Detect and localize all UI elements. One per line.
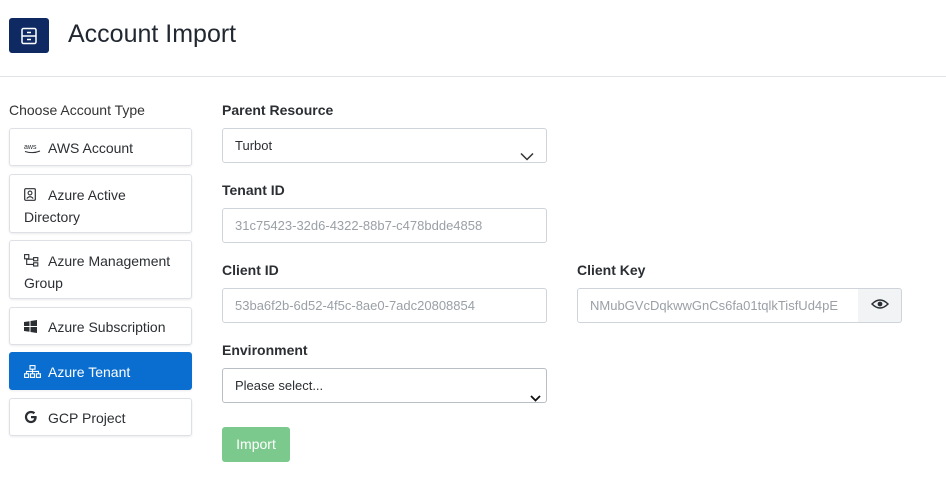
account-type-label-gcp: GCP Project bbox=[48, 410, 126, 426]
parent-resource-label: Parent Resource bbox=[222, 102, 334, 118]
google-icon bbox=[24, 400, 42, 438]
toggle-visibility-button[interactable] bbox=[858, 288, 902, 323]
client-key-label: Client Key bbox=[577, 262, 646, 278]
account-type-label: Choose Account Type bbox=[9, 102, 145, 118]
chevron-down-icon bbox=[520, 140, 534, 162]
environment-select[interactable]: Please select... bbox=[222, 368, 547, 403]
account-type-azure-ad-button[interactable]: Azure Active Directory bbox=[9, 174, 192, 233]
client-key-input[interactable]: NMubGVcDqkwwGnCs6fa01tqlkTisfUd4pE bbox=[577, 288, 859, 323]
import-button[interactable]: Import bbox=[222, 427, 290, 462]
account-type-aws-button[interactable]: aws AWS Account bbox=[9, 128, 192, 166]
archive-icon bbox=[9, 18, 49, 53]
client-key-placeholder: NMubGVcDqkwwGnCs6fa01tqlkTisfUd4pE bbox=[590, 298, 839, 313]
client-id-placeholder: 53ba6f2b-6d52-4f5c-8ae0-7adc20808854 bbox=[235, 298, 475, 313]
page-header: Account Import bbox=[0, 0, 946, 77]
account-type-azure-tenant-button[interactable]: Azure Tenant bbox=[9, 352, 192, 390]
user-badge-icon bbox=[24, 186, 42, 207]
parent-resource-select[interactable]: Turbot bbox=[222, 128, 547, 163]
client-id-label: Client ID bbox=[222, 262, 279, 278]
tenant-id-placeholder: 31c75423-32d6-4322-88b7-c478bdde4858 bbox=[235, 218, 483, 233]
account-type-label-azure-tenant: Azure Tenant bbox=[48, 364, 131, 380]
tenant-id-label: Tenant ID bbox=[222, 182, 285, 198]
environment-value: Please select... bbox=[235, 378, 324, 393]
chevron-down-icon bbox=[530, 381, 541, 402]
account-type-azure-subscription-button[interactable]: Azure Subscription bbox=[9, 307, 192, 345]
account-type-label-azure-subscription: Azure Subscription bbox=[48, 319, 166, 335]
windows-icon bbox=[24, 309, 42, 347]
tenant-id-input[interactable]: 31c75423-32d6-4322-88b7-c478bdde4858 bbox=[222, 208, 547, 243]
account-type-gcp-button[interactable]: GCP Project bbox=[9, 398, 192, 436]
account-type-label-azure-mg: Azure Management Group bbox=[24, 253, 171, 291]
parent-resource-value: Turbot bbox=[235, 138, 273, 153]
environment-label: Environment bbox=[222, 342, 308, 358]
account-type-azure-mg-button[interactable]: Azure Management Group bbox=[9, 240, 192, 299]
aws-icon: aws bbox=[24, 130, 42, 168]
account-type-label-aws: AWS Account bbox=[48, 140, 134, 156]
svg-text:aws: aws bbox=[24, 144, 37, 151]
sitemap-icon bbox=[24, 354, 42, 392]
page-title: Account Import bbox=[68, 20, 237, 48]
eye-icon bbox=[870, 297, 889, 315]
hierarchy-icon bbox=[24, 252, 42, 273]
client-id-input[interactable]: 53ba6f2b-6d52-4f5c-8ae0-7adc20808854 bbox=[222, 288, 547, 323]
